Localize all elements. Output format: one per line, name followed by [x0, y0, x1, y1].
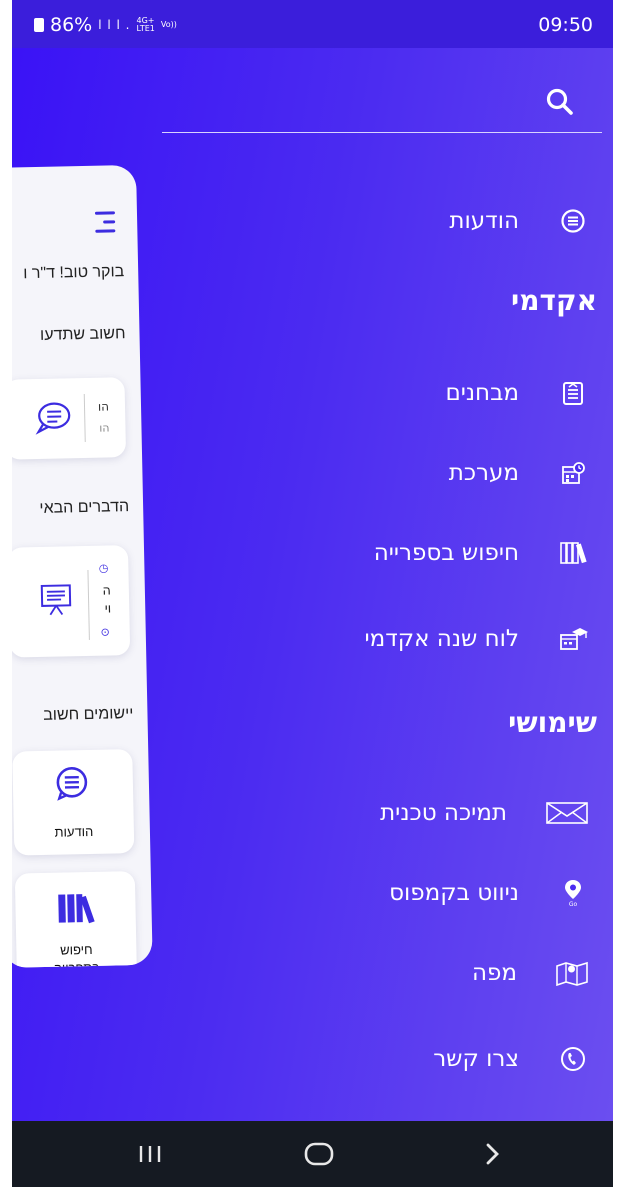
network-indicator: 4G+ LTE1 [137, 17, 155, 33]
signal-icon: l l l . [98, 18, 131, 32]
menu-item-label: חיפוש בספרייה [373, 540, 519, 566]
section-heading-academic: אקדמי [511, 284, 597, 317]
menu-item-exams[interactable]: מבחנים [445, 368, 589, 418]
books-icon [557, 537, 589, 569]
library-app-tile[interactable]: חיפוש בספרייה [14, 871, 138, 968]
greeting-text: בוקר טוב! ד"ר ו [23, 263, 125, 283]
phone-icon [557, 1043, 589, 1075]
location-icon: ⊙ [100, 625, 110, 639]
menu-item-label: ניווט בקמפוס [389, 880, 519, 906]
menu-item-label: תמיכה טכנית [380, 800, 507, 826]
app-screen: 86% l l l . 4G+ LTE1 Vo)) 09:50 בוקר טוב… [12, 0, 613, 1187]
envelope-icon [545, 797, 589, 829]
map-icon [555, 957, 589, 989]
menu-item-map[interactable]: מפה [472, 948, 589, 998]
home-icon[interactable] [299, 1139, 339, 1169]
tile-line: הו [97, 399, 110, 414]
message-tile[interactable]: הו הו [12, 377, 127, 460]
battery-icon [34, 18, 44, 32]
system-nav-bar [12, 1121, 613, 1187]
status-bar: 86% l l l . 4G+ LTE1 Vo)) 09:50 [12, 0, 613, 48]
tile-divider [87, 569, 90, 640]
presentation-board-icon [39, 582, 74, 621]
menu-item-label: מערכת [448, 460, 519, 486]
menu-item-academic-calendar[interactable]: לוח שנה אקדמי [364, 614, 589, 664]
menu-item-contact[interactable]: צרו קשר [433, 1034, 589, 1084]
hamburger-menu-icon[interactable] [91, 211, 116, 238]
library-app-label: חיפוש [60, 941, 93, 958]
home-screen-card[interactable]: בוקר טוב! ד"ר ו חשוב שתדעו הו הו הדברים … [12, 164, 153, 968]
messages-app-tile[interactable]: הודעות [12, 749, 135, 856]
chat-bubble-icon [33, 398, 74, 441]
important-heading: חשוב שתדעו [39, 325, 126, 344]
menu-item-label: הודעות [449, 208, 519, 234]
graduation-calendar-icon [557, 623, 589, 655]
section-heading-useful: שימושי [508, 706, 597, 739]
calendar-clock-icon [557, 457, 589, 489]
menu-item-label: לוח שנה אקדמי [364, 626, 519, 652]
clock-icon: ◷ [98, 561, 109, 575]
books-icon [55, 890, 96, 931]
search-underline [162, 132, 602, 133]
apps-heading: יישומים חשוב [43, 705, 134, 724]
status-left: 86% l l l . 4G+ LTE1 Vo)) [34, 14, 177, 36]
tile-line: וי [104, 601, 112, 617]
exam-document-icon [557, 377, 589, 409]
menu-item-campus-navigation[interactable]: ניווט בקמפוס Go [389, 868, 589, 918]
tile-line: ה [102, 583, 112, 599]
messages-icon [53, 764, 92, 807]
search-icon[interactable] [542, 84, 578, 120]
svg-text:Go: Go [569, 901, 578, 908]
menu-item-messages[interactable]: הודעות [449, 196, 589, 246]
menu-item-schedule[interactable]: מערכת [449, 448, 589, 498]
location-pin-icon: Go [557, 877, 589, 909]
back-icon[interactable] [472, 1139, 512, 1169]
tile-divider [83, 393, 86, 442]
volte-indicator: Vo)) [160, 20, 177, 29]
chat-icon [557, 205, 589, 237]
next-heading: הדברים הבאי [39, 498, 130, 517]
messages-app-label: הודעות [54, 823, 94, 840]
recents-icon[interactable] [130, 1139, 170, 1169]
menu-item-label: מבחנים [445, 380, 519, 406]
network-bottom: LTE1 [136, 24, 155, 33]
menu-item-library-search[interactable]: חיפוש בספרייה [374, 528, 589, 578]
library-app-label-2: בספרייה [53, 959, 100, 968]
clock: 09:50 [538, 14, 593, 36]
battery-level: 86% [50, 14, 93, 36]
event-tile[interactable]: ◷ ה וי ⊙ [12, 545, 131, 658]
menu-item-label: מפה [471, 960, 517, 986]
menu-item-label: צרו קשר [433, 1046, 519, 1072]
menu-item-tech-support[interactable]: תמיכה טכנית [380, 788, 589, 838]
tile-line: הו [99, 421, 110, 435]
